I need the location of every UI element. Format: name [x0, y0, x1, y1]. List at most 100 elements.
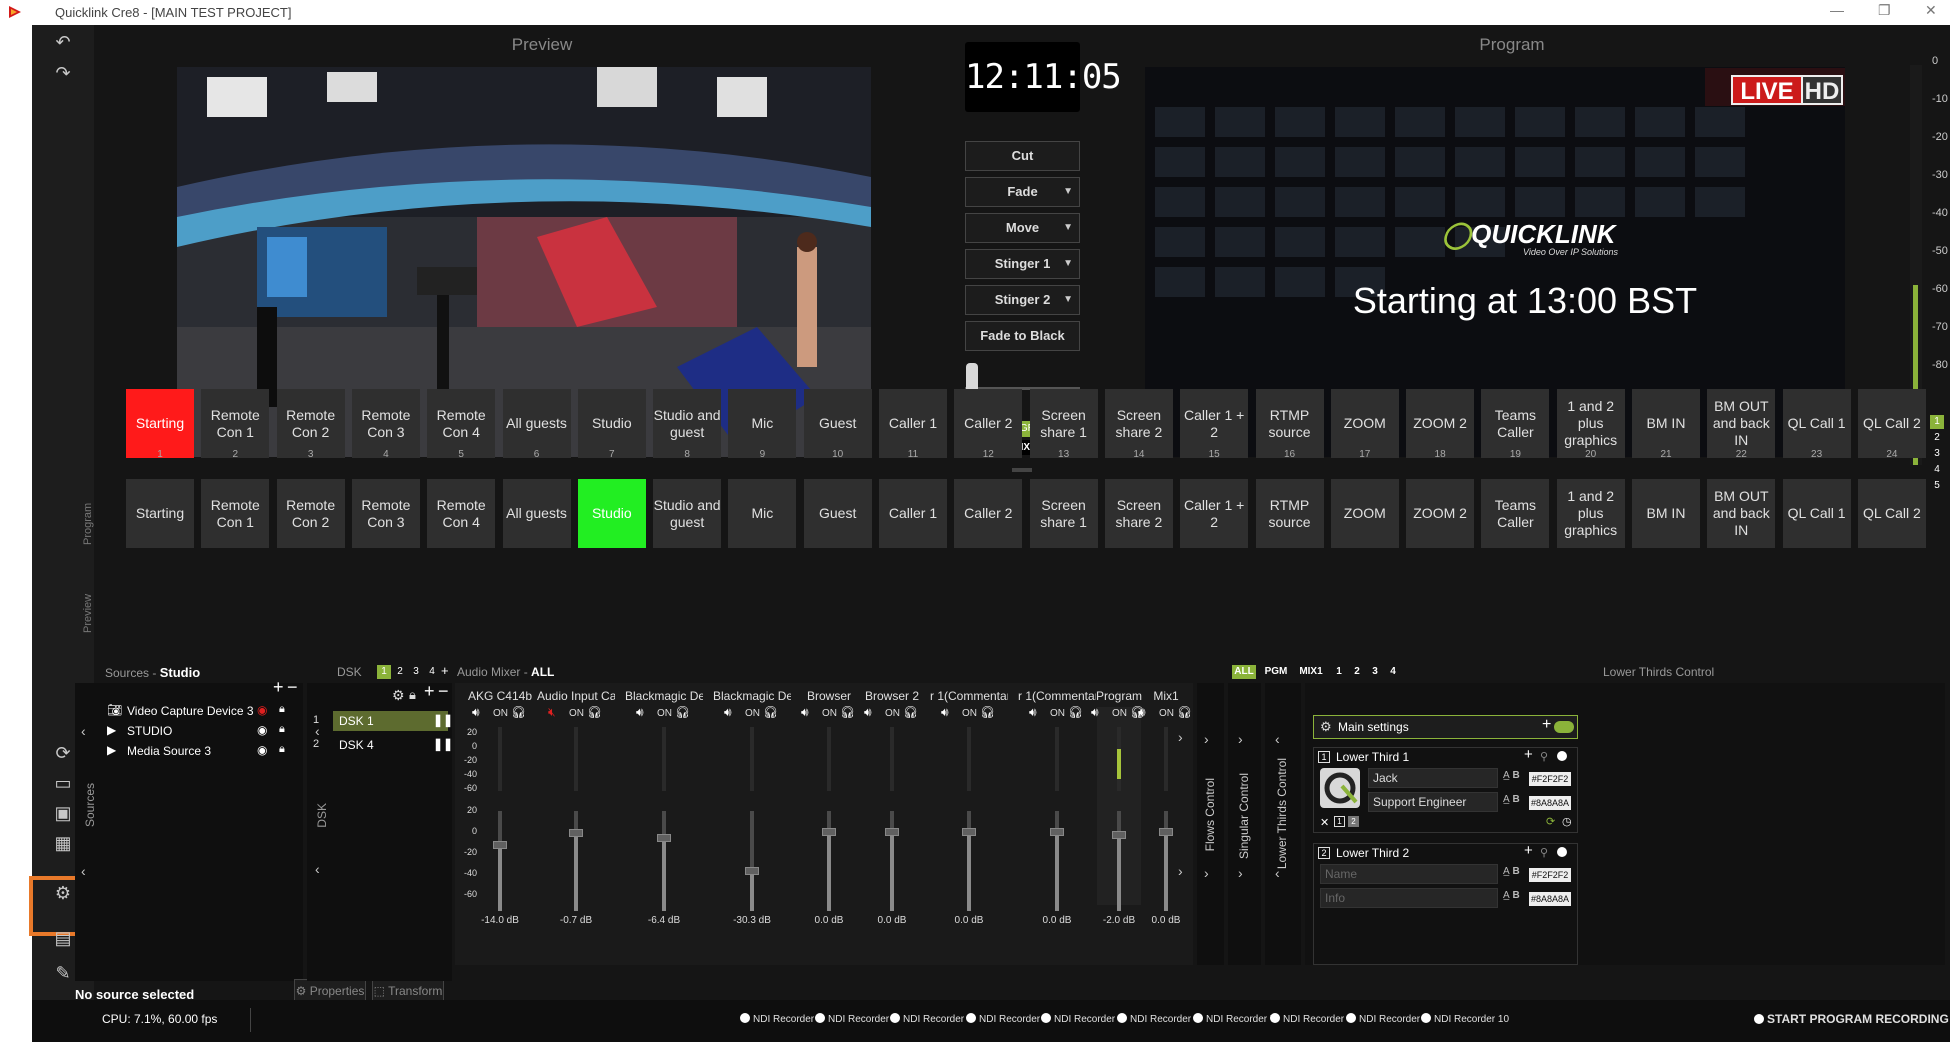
program-bus-button[interactable]: QL Call 2 [1857, 389, 1926, 458]
chevron-left-icon[interactable]: ‹ [81, 863, 86, 879]
preview-bus-button[interactable]: Guest [803, 479, 872, 548]
lower-third-2-color-1[interactable]: #F2F2F2 [1529, 868, 1571, 882]
chevron-left-icon[interactable]: ‹ [315, 861, 320, 877]
program-bus-button[interactable]: Caller 1 [879, 389, 947, 458]
program-bus-button[interactable]: QL Call 1 [1782, 389, 1851, 458]
preview-bus-button[interactable]: QL Call 1 [1782, 479, 1851, 548]
lt-page-1[interactable]: 1 [1334, 816, 1345, 827]
preview-bus-button[interactable]: BM IN [1632, 479, 1700, 548]
add-icon[interactable]: + [1524, 746, 1533, 763]
chevron-left-icon[interactable]: ‹ [1275, 731, 1280, 747]
preview-bus-button[interactable]: Caller 1 [879, 479, 947, 548]
lower-third-2-color-2[interactable]: #8A8A8A [1529, 892, 1571, 906]
preview-bus-button[interactable]: BM OUT and back IN [1707, 479, 1776, 548]
preview-bus-button[interactable]: QL Call 2 [1857, 479, 1926, 548]
program-bus-button[interactable]: Starting [126, 389, 194, 458]
visibility-eye-icon[interactable]: ◉ [257, 703, 267, 717]
remove-source-icon[interactable]: − [287, 677, 298, 698]
program-bus-button[interactable]: RTMP source [1255, 389, 1324, 458]
chevron-right-icon[interactable]: › [1204, 731, 1209, 747]
program-bus-button[interactable]: ZOOM [1330, 389, 1399, 458]
minimize-icon[interactable]: — [1830, 2, 1844, 18]
headphones-icon[interactable]: 🎧︎ [675, 705, 690, 719]
channel-fader[interactable] [1112, 831, 1126, 839]
lower-third-1-name-field[interactable]: Jack [1368, 768, 1498, 788]
preview-bus-button[interactable]: Remote Con 1 [201, 479, 270, 548]
stinger1-button[interactable]: Stinger 1 ▼ [965, 249, 1080, 279]
restore-icon[interactable]: ❐ [1878, 2, 1891, 19]
clock-icon[interactable]: ◷ [1562, 815, 1572, 828]
channel-fader[interactable] [1050, 828, 1064, 836]
speaker-icon[interactable]: 🔊︎ [941, 705, 949, 720]
refresh-icon[interactable]: ⟳ [50, 741, 76, 765]
headphones-icon[interactable]: 🎧︎ [587, 705, 602, 719]
visibility-eye-icon[interactable]: ◉ [257, 743, 267, 757]
channel-fader[interactable] [569, 829, 583, 837]
channel-fader[interactable] [822, 828, 836, 836]
channel-on-label[interactable]: ON [1050, 708, 1065, 719]
chevron-right-icon[interactable]: › [1238, 865, 1243, 881]
add-icon[interactable]: + [1524, 842, 1533, 859]
channel-on-label[interactable]: ON [962, 708, 977, 719]
chevron-left-icon[interactable]: ‹ [81, 723, 86, 739]
bus-page-5[interactable]: 5 [1930, 479, 1944, 493]
audio-tab-all[interactable]: ALL [1232, 665, 1256, 679]
program-bus-button[interactable]: Teams Caller [1481, 389, 1550, 458]
ndi-recorder-item[interactable]: NDI Recorder 1 [740, 1013, 822, 1025]
windows-icon[interactable]: ▦ [50, 831, 76, 855]
lower-third-1-toggle[interactable] [1557, 751, 1567, 761]
speaker-icon[interactable]: 🔊︎ [1091, 705, 1099, 720]
document-icon[interactable]: ▤ [50, 926, 76, 950]
add-dsk-tab-icon[interactable]: + [441, 663, 449, 678]
text-format-icon[interactable]: A̲ B [1503, 794, 1520, 805]
lower-third-1-info-field[interactable]: Support Engineer [1368, 792, 1498, 812]
bus-page-2[interactable]: 2 [1930, 431, 1944, 445]
channel-on-label[interactable]: ON [745, 708, 760, 719]
channel-fader[interactable] [657, 834, 671, 842]
chevron-down-icon[interactable]: ▼ [1063, 286, 1073, 314]
preview-bus-button[interactable]: Remote Con 3 [351, 479, 420, 548]
channel-fader[interactable] [885, 828, 899, 836]
source-item[interactable]: 📷︎ Video Capture Device 3 ◉ 🔒︎ [107, 703, 297, 721]
dsk-tab-3[interactable]: 3 [409, 665, 423, 679]
speaker-icon[interactable]: 🔊︎ [1029, 705, 1037, 720]
lower-third-1-color-1[interactable]: #F2F2F2 [1529, 772, 1571, 786]
lock-icon[interactable]: 🔒︎ [279, 703, 285, 716]
headphones-icon[interactable]: 🎧︎ [763, 705, 778, 719]
preview-bus-button[interactable]: Starting [126, 479, 194, 548]
chevron-down-icon[interactable]: ▼ [1063, 178, 1073, 206]
speaker-icon[interactable]: 🔇︎ [548, 705, 556, 720]
main-settings-row[interactable]: ⚙ Main settings + [1313, 715, 1578, 739]
speaker-icon[interactable]: 🔊︎ [864, 705, 872, 720]
preview-bus-button[interactable]: Studio and guest [653, 479, 722, 548]
preview-bus-button[interactable]: 1 and 2 plus graphics [1556, 479, 1625, 548]
start-recording-button[interactable]: START PROGRAM RECORDING [1754, 1012, 1949, 1026]
chevron-down-icon[interactable]: ▼ [1063, 214, 1073, 242]
channel-fader[interactable] [1159, 828, 1173, 836]
speaker-icon[interactable]: 🔊︎ [1138, 705, 1146, 720]
text-format-icon[interactable]: A̲ B [1503, 866, 1520, 877]
audio-tab-1[interactable]: 1 [1332, 665, 1346, 679]
chevron-down-icon[interactable]: ▼ [1063, 250, 1073, 278]
move-button[interactable]: Move ▼ [965, 213, 1080, 243]
preview-bus-button[interactable]: ZOOM 2 [1406, 479, 1475, 548]
preview-bus-button[interactable]: Caller 2 [954, 479, 1023, 548]
program-bus-button[interactable]: ZOOM 2 [1406, 389, 1475, 458]
ndi-recorder-item[interactable]: NDI Recorder 5 [1041, 1013, 1123, 1025]
channel-on-label[interactable]: ON [1112, 708, 1127, 719]
undo-icon[interactable]: ↶ [50, 30, 76, 54]
add-lower-third-icon[interactable]: + [1542, 716, 1551, 734]
lt-page-2[interactable]: 2 [1348, 816, 1359, 827]
audio-tab-4[interactable]: 4 [1386, 665, 1400, 679]
headphones-icon[interactable]: 🎧︎ [1068, 705, 1083, 719]
fade-button[interactable]: Fade ▼ [965, 177, 1080, 207]
program-bus-button[interactable]: Remote Con 3 [351, 389, 420, 458]
gear-icon[interactable]: ⚙ [1320, 719, 1332, 735]
preview-bus-button[interactable]: ZOOM [1330, 479, 1399, 548]
redo-icon[interactable]: ↷ [50, 61, 76, 85]
preview-bus-button[interactable]: RTMP source [1255, 479, 1324, 548]
lower-third-2-info-field[interactable]: Info [1320, 888, 1498, 908]
program-bus-button[interactable]: Mic [728, 389, 797, 458]
chevron-right-icon[interactable]: › [1204, 865, 1209, 881]
program-bus-button[interactable]: All guests [502, 389, 571, 458]
